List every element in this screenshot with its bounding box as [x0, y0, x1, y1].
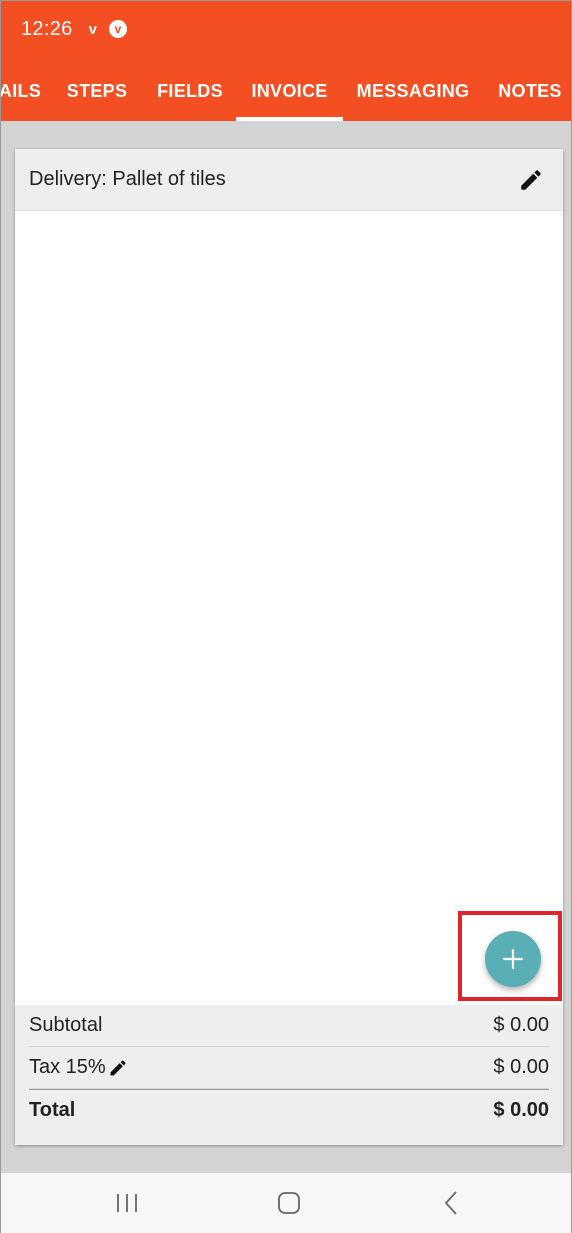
status-bar: 12:26 v v — [21, 15, 127, 43]
tab-details[interactable]: AILS — [1, 61, 43, 121]
total-label: Total — [29, 1099, 76, 1121]
tab-invoice-label: INVOICE — [251, 80, 328, 101]
tab-fields-label: FIELDS — [157, 80, 223, 101]
tab-details-label: AILS — [1, 80, 42, 101]
tab-steps-label: STEPS — [66, 80, 128, 101]
invoice-card: Delivery: Pallet of tiles Subtotal $ 0.0… — [15, 149, 563, 1145]
tab-messaging[interactable]: MESSAGING — [351, 61, 475, 121]
tab-bar: AILS STEPS FIELDS INVOICE MESSAGING NOTE… — [1, 61, 571, 121]
home-button[interactable] — [249, 1173, 329, 1233]
tab-notes-label: NOTES — [498, 80, 562, 101]
subtotal-label: Subtotal — [29, 1014, 103, 1036]
back-icon — [444, 1191, 457, 1215]
tax-label-group: Tax 15% — [29, 1056, 130, 1079]
vivaldi-notification-icon: v — [88, 20, 97, 38]
invoice-title: Delivery: Pallet of tiles — [29, 168, 226, 190]
tax-row: Tax 15% $ 0.00 — [29, 1047, 549, 1089]
invoice-line-items — [15, 211, 563, 1005]
subtotal-row: Subtotal $ 0.00 — [29, 1005, 549, 1047]
pencil-icon[interactable] — [513, 162, 549, 198]
tax-pencil-icon[interactable] — [108, 1057, 130, 1079]
home-icon — [278, 1192, 300, 1214]
back-button[interactable] — [411, 1173, 491, 1233]
recents-button[interactable] — [87, 1173, 167, 1233]
tab-messaging-label: MESSAGING — [356, 80, 470, 101]
tax-label: Tax 15% — [29, 1056, 106, 1078]
tab-steps[interactable]: STEPS — [51, 61, 143, 121]
subtotal-value: $ 0.00 — [493, 1014, 549, 1036]
system-nav-bar — [1, 1173, 571, 1233]
tax-value: $ 0.00 — [493, 1056, 549, 1078]
plus-icon — [502, 948, 524, 970]
recents-icon — [117, 1194, 137, 1212]
total-row: Total $ 0.00 — [29, 1089, 549, 1131]
status-time: 12:26 — [21, 17, 73, 40]
tab-fields[interactable]: FIELDS — [147, 61, 233, 121]
app-bar: 12:26 v v AILS STEPS FIELDS INVOICE MESS… — [1, 1, 571, 121]
invoice-totals: Subtotal $ 0.00 Tax 15% $ 0.00 Total $ 0… — [15, 1005, 563, 1145]
vivaldi-badge-icon: v — [108, 20, 127, 38]
total-value: $ 0.00 — [493, 1099, 549, 1121]
tab-invoice[interactable]: INVOICE — [236, 61, 343, 121]
invoice-card-header: Delivery: Pallet of tiles — [15, 149, 563, 211]
add-line-item-button[interactable] — [485, 931, 541, 987]
tab-notes[interactable]: NOTES — [491, 61, 569, 121]
